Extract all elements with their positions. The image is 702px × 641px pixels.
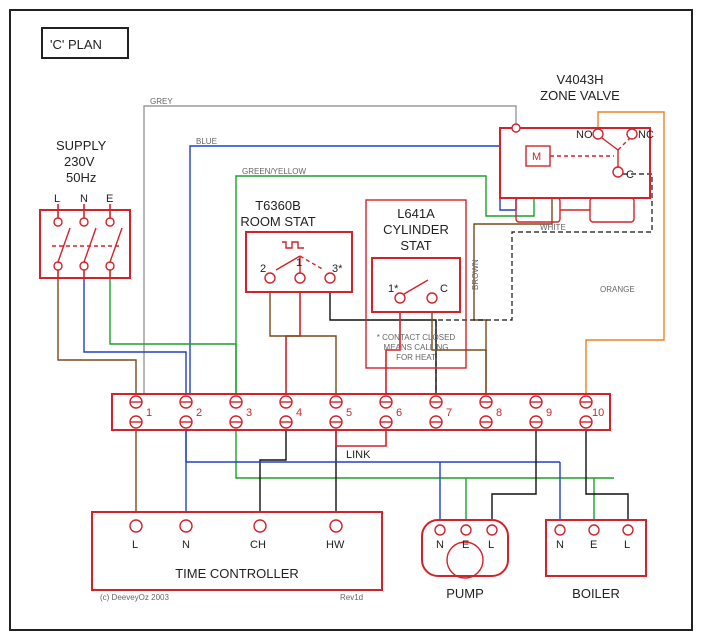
zone-valve: V4043H ZONE VALVE M NO NC C xyxy=(500,72,654,222)
time-controller: L N CH HW TIME CONTROLLER (c) DeeveyOz 2… xyxy=(92,512,382,602)
pump-E: E xyxy=(462,539,469,551)
cyl-model: L641A xyxy=(397,206,435,221)
supply-label: SUPPLY xyxy=(56,138,107,153)
supply-block: SUPPLY 230V 50Hz L N E xyxy=(40,138,130,278)
boiler: N E L BOILER xyxy=(546,520,646,601)
link-label: LINK xyxy=(346,449,371,461)
supply-L: L xyxy=(54,193,60,205)
j8: 8 xyxy=(496,407,502,419)
rs-t1: 1 xyxy=(296,257,302,269)
supply-N: N xyxy=(80,193,88,205)
wire-label-brown: BROWN xyxy=(471,259,480,290)
wire-rs-1 xyxy=(286,292,300,394)
boiler-N: N xyxy=(556,539,564,551)
wire-link xyxy=(336,430,386,446)
wire-jb-CH xyxy=(260,430,286,512)
cylinder-stat: L641A CYLINDER STAT 1* C * CONTACT CLOSE… xyxy=(366,200,466,368)
tc-L: L xyxy=(132,539,138,551)
zone-model: V4043H xyxy=(557,72,604,87)
tc-name: TIME CONTROLLER xyxy=(175,566,299,581)
wire-label-gy: GREEN/YELLOW xyxy=(242,167,306,176)
tc-CH: CH xyxy=(250,539,266,551)
wire-pump-L xyxy=(492,430,536,520)
supply-freq: 50Hz xyxy=(66,170,96,185)
zone-NC: NC xyxy=(638,129,654,141)
j6: 6 xyxy=(396,407,402,419)
j9: 9 xyxy=(546,407,552,419)
wire-cs-C xyxy=(432,312,486,394)
wire-label-grey: GREY xyxy=(150,97,173,106)
credit: (c) DeeveyOz 2003 xyxy=(100,593,169,602)
room-stat-name: ROOM STAT xyxy=(240,214,315,229)
diagram-title: 'C' PLAN xyxy=(50,37,102,52)
zone-NO: NO xyxy=(576,129,593,141)
wire-white-zone xyxy=(436,174,652,394)
tc-N: N xyxy=(182,539,190,551)
rev: Rev1d xyxy=(340,593,363,602)
pump-name: PUMP xyxy=(446,586,484,601)
j7: 7 xyxy=(446,407,452,419)
supply-volt: 230V xyxy=(64,154,95,169)
j1: 1 xyxy=(146,407,152,419)
pump: N E L PUMP xyxy=(422,520,508,601)
wire-orange-zone xyxy=(586,112,664,394)
boiler-E: E xyxy=(590,539,597,551)
wire-jb-E-bus xyxy=(236,430,614,478)
zone-name: ZONE VALVE xyxy=(540,88,620,103)
wire-boiler-L xyxy=(586,430,628,520)
supply-E: E xyxy=(106,193,113,205)
pump-L: L xyxy=(488,539,494,551)
j4: 4 xyxy=(296,407,302,419)
zone-C: C xyxy=(626,169,634,181)
rs-t2: 2 xyxy=(260,263,266,275)
wire-supply-L xyxy=(58,278,136,394)
cs-tc: C xyxy=(440,283,448,295)
zone-M: M xyxy=(532,151,541,163)
cyl-name: CYLINDER xyxy=(383,222,449,237)
cs-note2: MEANS CALLING xyxy=(384,343,449,352)
boiler-name: BOILER xyxy=(572,586,620,601)
pump-N: N xyxy=(436,539,444,551)
room-stat-model: T6360B xyxy=(255,198,301,213)
j2: 2 xyxy=(196,407,202,419)
cs-note3: FOR HEAT xyxy=(396,353,436,362)
wire-label-white: WHITE xyxy=(540,223,566,232)
cyl-name2: STAT xyxy=(400,238,431,253)
wire-rs-2 xyxy=(270,292,336,394)
wire-supply-E xyxy=(110,278,236,394)
wiring-diagram: 'C' PLAN GREY BLUE GREEN/YELLOW BROWN WH… xyxy=(0,0,702,641)
wire-supply-N xyxy=(84,278,186,394)
boiler-L: L xyxy=(624,539,630,551)
wire-label-orange: ORANGE xyxy=(600,285,635,294)
j10: 10 xyxy=(592,407,604,419)
tc-HW: HW xyxy=(326,539,345,551)
cs-t1: 1* xyxy=(388,283,399,295)
rs-t3: 3* xyxy=(332,263,343,275)
wire-grey xyxy=(144,106,516,394)
j3: 3 xyxy=(246,407,252,419)
wire-label-blue: BLUE xyxy=(196,137,217,146)
j5: 5 xyxy=(346,407,352,419)
room-stat: T6360B ROOM STAT 2 1 3* xyxy=(240,198,352,292)
junction-strip: 1 2 3 4 5 6 7 8 9 10 xyxy=(112,394,610,430)
cs-note1: * CONTACT CLOSED xyxy=(377,333,456,342)
